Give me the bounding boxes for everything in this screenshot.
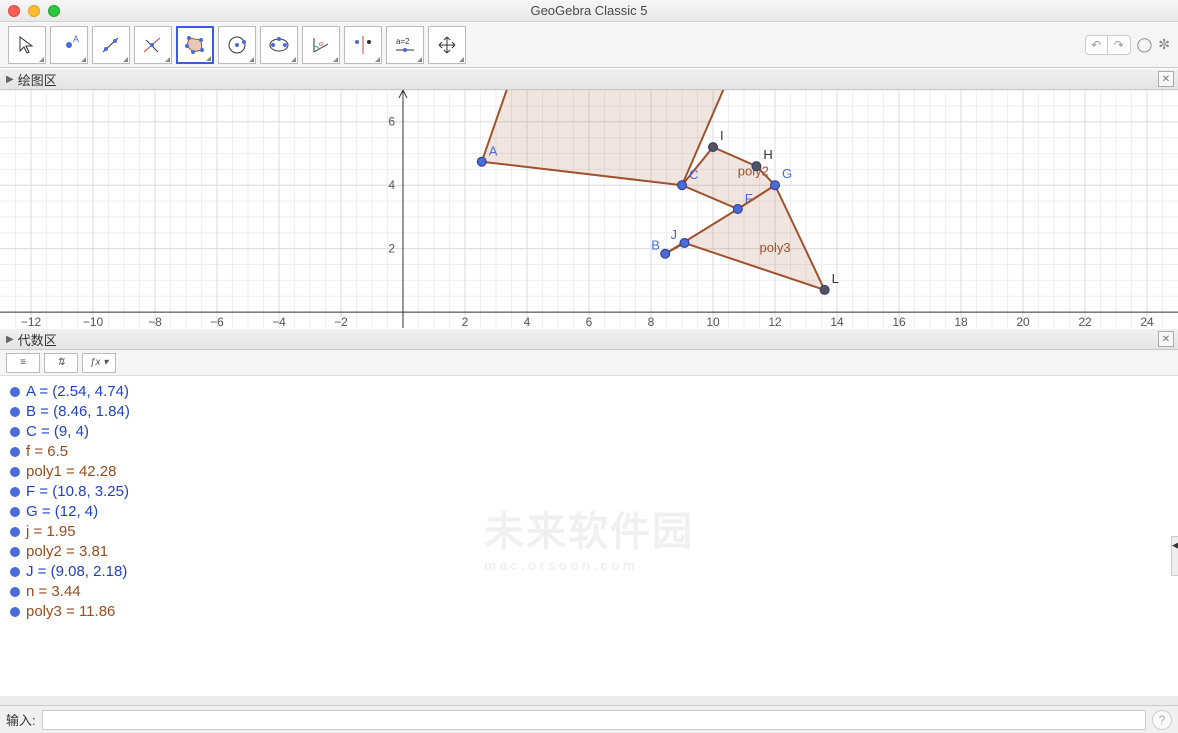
algebra-item[interactable]: poly2 = 3.81: [10, 542, 1168, 562]
svg-text:18: 18: [954, 315, 968, 328]
command-input[interactable]: [42, 710, 1146, 730]
svg-text:6: 6: [388, 115, 395, 129]
algebra-item[interactable]: G = (12, 4): [10, 502, 1168, 522]
side-handle[interactable]: ◂: [1171, 536, 1178, 576]
input-bar: 输入: ?: [0, 705, 1178, 733]
zoom-window-button[interactable]: [48, 5, 60, 17]
algebra-sort-button[interactable]: ≡: [6, 353, 40, 373]
algebra-item[interactable]: C = (9, 4): [10, 422, 1168, 442]
graphics-view[interactable]: −12−10−8−6−4−224681012141618202224246pol…: [0, 90, 1178, 328]
algebra-item[interactable]: A = (2.54, 4.74): [10, 382, 1168, 402]
tool-ellipse[interactable]: [260, 26, 298, 64]
input-help-button[interactable]: ?: [1152, 710, 1172, 730]
undo-button[interactable]: ↶: [1086, 36, 1108, 54]
svg-text:A: A: [489, 144, 498, 159]
redo-button[interactable]: ↷: [1108, 36, 1130, 54]
svg-text:L: L: [832, 271, 839, 286]
close-graphics-panel[interactable]: ✕: [1158, 71, 1174, 87]
collapse-triangle-icon: ▶: [6, 334, 14, 345]
tool-perpendicular[interactable]: [134, 26, 172, 64]
graphics-panel-title: 绘图区: [18, 70, 57, 89]
window-title: GeoGebra Classic 5: [530, 3, 647, 18]
collapse-triangle-icon: ▶: [6, 74, 14, 85]
svg-text:−12: −12: [21, 315, 42, 328]
algebra-aux-button[interactable]: ⇅: [44, 353, 78, 373]
close-algebra-panel[interactable]: ✕: [1158, 331, 1174, 347]
undo-redo: ↶ ↷: [1085, 35, 1131, 55]
svg-text:10: 10: [706, 315, 720, 328]
algebra-item[interactable]: J = (9.08, 2.18): [10, 562, 1168, 582]
algebra-item[interactable]: n = 3.44: [10, 582, 1168, 602]
tool-slider[interactable]: a=2: [386, 26, 424, 64]
svg-text:I: I: [720, 128, 724, 143]
svg-text:20: 20: [1016, 315, 1030, 328]
input-label: 输入:: [6, 710, 36, 729]
minimize-window-button[interactable]: [28, 5, 40, 17]
algebra-item[interactable]: f = 6.5: [10, 442, 1168, 462]
svg-text:F: F: [745, 191, 753, 206]
window-controls: [8, 5, 60, 17]
svg-text:2: 2: [388, 242, 395, 256]
svg-text:J: J: [670, 227, 677, 242]
algebra-view[interactable]: A = (2.54, 4.74)B = (8.46, 1.84)C = (9, …: [0, 376, 1178, 696]
algebra-item[interactable]: B = (8.46, 1.84): [10, 402, 1168, 422]
svg-text:6: 6: [586, 315, 593, 328]
settings-icon[interactable]: ✼: [1158, 36, 1170, 53]
svg-text:8: 8: [648, 315, 655, 328]
svg-text:poly3: poly3: [760, 240, 791, 255]
svg-text:2: 2: [462, 315, 469, 328]
svg-text:−4: −4: [272, 315, 286, 328]
svg-text:−2: −2: [334, 315, 348, 328]
svg-text:14: 14: [830, 315, 844, 328]
svg-text:H: H: [763, 147, 772, 162]
help-icon[interactable]: ◯: [1137, 36, 1153, 53]
svg-text:12: 12: [768, 315, 782, 328]
tool-reflect[interactable]: [344, 26, 382, 64]
main-toolbar: A α a=2 ↶ ↷ ◯ ✼: [0, 22, 1178, 68]
tool-move-view[interactable]: [428, 26, 466, 64]
svg-text:24: 24: [1140, 315, 1154, 328]
svg-text:C: C: [689, 167, 698, 182]
algebra-item[interactable]: j = 1.95: [10, 522, 1168, 542]
svg-text:α: α: [319, 41, 323, 48]
svg-text:a=2: a=2: [396, 37, 410, 46]
svg-text:22: 22: [1078, 315, 1092, 328]
tool-circle[interactable]: [218, 26, 256, 64]
tool-polygon[interactable]: [176, 26, 214, 64]
svg-text:16: 16: [892, 315, 906, 328]
svg-text:B: B: [651, 238, 660, 253]
tool-point[interactable]: A: [50, 26, 88, 64]
algebra-toolbar: ≡ ⇅ ƒx ▾: [0, 350, 1178, 376]
svg-text:−8: −8: [148, 315, 162, 328]
tool-angle[interactable]: α: [302, 26, 340, 64]
tool-line[interactable]: [92, 26, 130, 64]
algebra-fx-button[interactable]: ƒx ▾: [82, 353, 116, 373]
svg-text:A: A: [73, 34, 79, 44]
svg-text:−10: −10: [83, 315, 104, 328]
svg-text:G: G: [782, 166, 792, 181]
algebra-panel-header[interactable]: ▶ 代数区 ✕: [0, 328, 1178, 350]
close-window-button[interactable]: [8, 5, 20, 17]
tool-move[interactable]: [8, 26, 46, 64]
algebra-item[interactable]: poly1 = 42.28: [10, 462, 1168, 482]
algebra-item[interactable]: poly3 = 11.86: [10, 602, 1168, 622]
algebra-item[interactable]: F = (10.8, 3.25): [10, 482, 1168, 502]
svg-text:−6: −6: [210, 315, 224, 328]
svg-text:4: 4: [524, 315, 531, 328]
svg-text:4: 4: [388, 178, 395, 192]
algebra-panel-title: 代数区: [18, 330, 57, 349]
graphics-panel-header[interactable]: ▶ 绘图区 ✕: [0, 68, 1178, 90]
titlebar: GeoGebra Classic 5: [0, 0, 1178, 22]
